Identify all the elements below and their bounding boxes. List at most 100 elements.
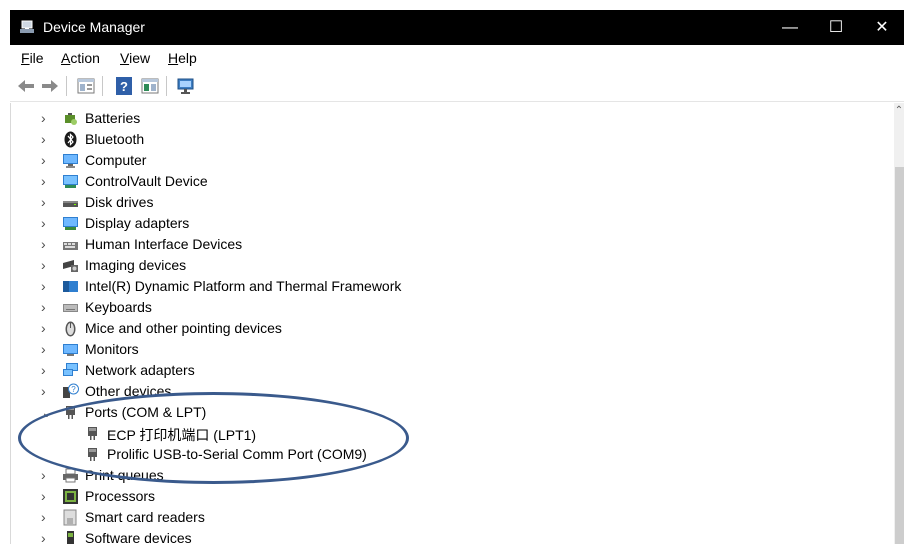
chevron-right-icon[interactable]: ›: [41, 235, 51, 253]
tree-item-batteries[interactable]: › Batteries: [11, 108, 891, 129]
chevron-right-icon[interactable]: ›: [41, 382, 51, 400]
tree-item-label: ControlVault Device: [85, 173, 208, 189]
tree-item-label: Network adapters: [85, 362, 195, 378]
update-driver-icon[interactable]: [140, 76, 160, 96]
chevron-right-icon[interactable]: ›: [41, 109, 51, 127]
tree-item-computer[interactable]: › Computer: [11, 150, 891, 171]
tree-item-label: ECP 打印机端口 (LPT1): [107, 427, 257, 443]
window-title: Device Manager: [43, 19, 145, 35]
keyboard-icon: [63, 304, 78, 312]
minimize-button[interactable]: —: [767, 10, 813, 45]
tree-item-print-queues[interactable]: › Print queues: [11, 465, 891, 486]
tree-item-label: Intel(R) Dynamic Platform and Thermal Fr…: [85, 278, 402, 294]
toolbar: ?: [10, 71, 904, 102]
tree-item-network[interactable]: › Network adapters: [11, 360, 891, 381]
chevron-right-icon[interactable]: ›: [41, 172, 51, 190]
tree-item-controlvault[interactable]: › ControlVault Device: [11, 171, 891, 192]
tree-item-processors[interactable]: › Processors: [11, 486, 891, 507]
menu-view[interactable]: View: [120, 50, 150, 66]
chevron-right-icon[interactable]: ›: [41, 340, 51, 358]
display-adapter-icon: [63, 217, 78, 230]
tree-item-label: Mice and other pointing devices: [85, 320, 282, 336]
chevron-right-icon[interactable]: ›: [41, 529, 51, 544]
chevron-right-icon[interactable]: ›: [41, 151, 51, 169]
chevron-right-icon[interactable]: ›: [41, 130, 51, 148]
maximize-button[interactable]: ☐: [813, 10, 859, 45]
tree-item-port-lpt1[interactable]: ECP 打印机端口 (LPT1): [11, 423, 891, 444]
menu-bar: File Action View Help: [10, 45, 904, 71]
tree-item-label: Prolific USB-to-Serial Comm Port (COM9): [107, 446, 367, 462]
tree-item-label: Imaging devices: [85, 257, 187, 273]
computer-icon: [63, 154, 78, 168]
tree-item-smart-card-readers[interactable]: › Smart card readers: [11, 507, 891, 528]
tree-item-label: Print queues: [85, 467, 164, 483]
port-icon: [88, 427, 97, 440]
device-tree: › Batteries › Bluetooth › Computer › Con…: [10, 103, 895, 544]
chevron-right-icon[interactable]: ›: [41, 277, 51, 295]
bluetooth-icon: [64, 131, 77, 148]
scrollbar-thumb[interactable]: [895, 167, 904, 544]
menu-help[interactable]: Help: [168, 50, 197, 66]
tree-item-label: Disk drives: [85, 194, 154, 210]
tree-item-mice[interactable]: › Mice and other pointing devices: [11, 318, 891, 339]
tree-item-disk-drives[interactable]: › Disk drives: [11, 192, 891, 213]
chevron-right-icon[interactable]: ›: [41, 487, 51, 505]
chevron-right-icon[interactable]: ›: [41, 256, 51, 274]
chevron-right-icon[interactable]: ›: [41, 466, 51, 484]
tree-item-label: Software devices: [85, 530, 192, 544]
camera-icon: [63, 260, 78, 272]
tree-item-label: Computer: [85, 152, 147, 168]
tree-item-bluetooth[interactable]: › Bluetooth: [11, 129, 891, 150]
scan-hardware-icon[interactable]: [176, 76, 196, 96]
port-icon: [88, 448, 97, 461]
tree-item-label: Processors: [85, 488, 156, 504]
tree-item-ports[interactable]: ⌄ Ports (COM & LPT): [11, 402, 891, 423]
svg-text:?: ?: [71, 385, 76, 394]
tree-item-label: Monitors: [85, 341, 139, 357]
intel-icon: [63, 281, 78, 292]
controlvault-icon: [63, 175, 78, 188]
toolbar-separator: [102, 76, 103, 96]
tree-item-other-devices[interactable]: › ? Other devices: [11, 381, 891, 402]
tree-item-imaging[interactable]: › Imaging devices: [11, 255, 891, 276]
chevron-right-icon[interactable]: ›: [41, 319, 51, 337]
tree-item-label: Display adapters: [85, 215, 190, 231]
chevron-right-icon[interactable]: ›: [41, 508, 51, 526]
battery-icon: [65, 113, 77, 125]
menu-file[interactable]: File: [21, 50, 44, 66]
tree-item-port-com9[interactable]: Prolific USB-to-Serial Comm Port (COM9): [11, 444, 891, 465]
chevron-right-icon[interactable]: ›: [41, 193, 51, 211]
tree-item-monitors[interactable]: › Monitors: [11, 339, 891, 360]
unknown-device-icon: ?: [63, 383, 79, 398]
forward-icon[interactable]: [40, 76, 60, 96]
toolbar-separator: [166, 76, 167, 96]
network-icon: [63, 363, 78, 376]
tree-item-label: Batteries: [85, 110, 141, 126]
mouse-icon: [65, 321, 76, 337]
printer-icon: [63, 468, 78, 483]
scroll-up-icon[interactable]: ⌃: [894, 105, 904, 116]
chevron-right-icon[interactable]: ›: [41, 298, 51, 316]
monitor-icon: [63, 344, 78, 356]
vertical-scrollbar[interactable]: ⌃: [894, 103, 904, 544]
tree-item-label: Human Interface Devices: [85, 236, 243, 252]
tree-item-label: Bluetooth: [85, 131, 145, 147]
tree-item-intel-dptf[interactable]: › Intel(R) Dynamic Platform and Thermal …: [11, 276, 891, 297]
tree-item-software-devices[interactable]: › Software devices: [11, 528, 891, 544]
menu-action[interactable]: Action: [61, 50, 100, 66]
chevron-down-icon[interactable]: ⌄: [41, 403, 53, 421]
back-icon[interactable]: [16, 76, 36, 96]
tree-item-hid[interactable]: › Human Interface Devices: [11, 234, 891, 255]
chevron-right-icon[interactable]: ›: [41, 361, 51, 379]
chevron-right-icon[interactable]: ›: [41, 214, 51, 232]
tree-item-display-adapters[interactable]: › Display adapters: [11, 213, 891, 234]
close-button[interactable]: ✕: [859, 10, 904, 45]
device-manager-icon: [20, 20, 34, 33]
properties-icon[interactable]: [76, 76, 96, 96]
tree-item-keyboards[interactable]: › Keyboards: [11, 297, 891, 318]
tree-item-label: Smart card readers: [85, 509, 205, 525]
help-icon[interactable]: ?: [114, 76, 134, 96]
tree-item-label: Ports (COM & LPT): [85, 404, 207, 420]
port-icon: [66, 406, 75, 419]
title-bar: Device Manager — ☐ ✕: [10, 10, 904, 45]
